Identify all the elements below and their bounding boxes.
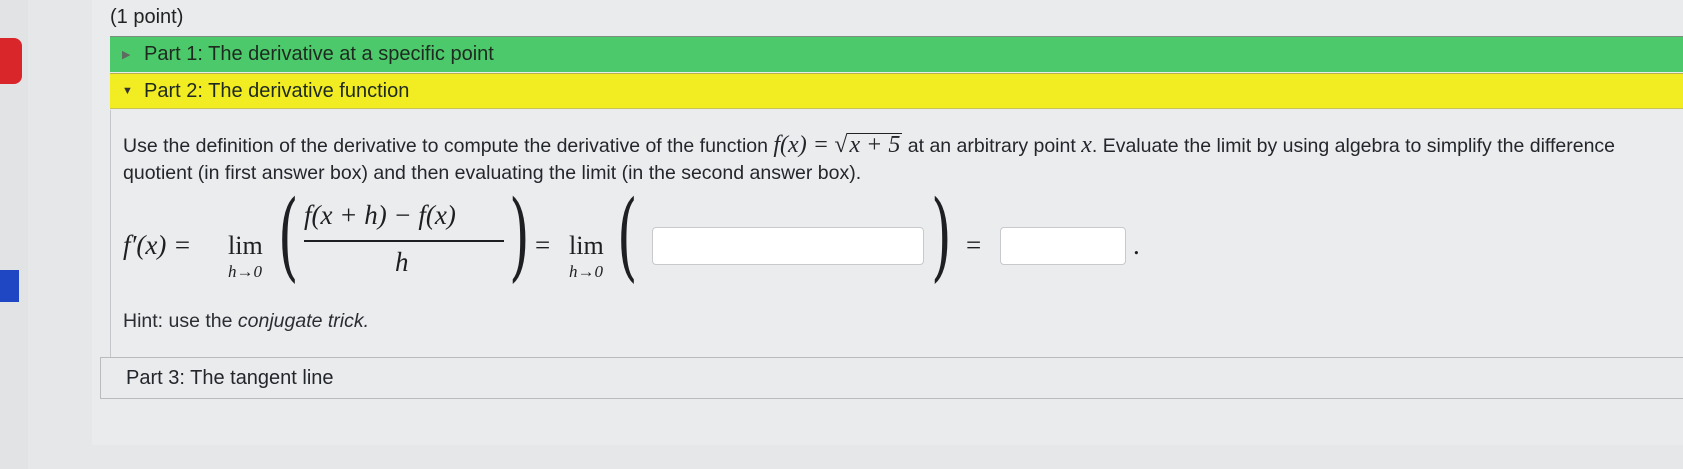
instructions-text: Use the definition of the derivative to … — [123, 132, 1623, 187]
hint-emphasis: conjugate trick. — [237, 310, 370, 332]
function-lhs: f(x) = — [773, 132, 829, 158]
function-radicand: x + 5 — [847, 132, 903, 158]
equation-period: . — [1133, 230, 1140, 260]
part3-label: Part 3: The tangent line — [126, 366, 334, 389]
left-red-marker — [0, 38, 22, 84]
quotient-denominator: h — [395, 247, 409, 277]
derivative-answer-box[interactable] — [1000, 227, 1126, 265]
left-paren-1: ( — [278, 180, 299, 292]
part3-header[interactable]: Part 3: The tangent line — [100, 357, 1683, 399]
equals-sign-2: = — [966, 230, 982, 260]
instruction-mid: at an arbitrary point — [907, 135, 1076, 157]
part1-label: Part 1: The derivative at a specific poi… — [144, 43, 494, 65]
limit-subscript-2: h→0 — [569, 262, 603, 281]
limit-word-1: lim — [228, 231, 263, 260]
part2-header[interactable]: ▼ Part 2: The derivative function — [110, 73, 1683, 109]
fraction-bar — [304, 240, 504, 242]
limit-subscript-1: h→0 — [228, 262, 262, 281]
limit-word-2: lim — [569, 231, 604, 260]
hint-prefix: Hint: use the — [123, 310, 233, 332]
part2-body: Use the definition of the derivative to … — [110, 110, 1683, 380]
equals-sign-1: = — [535, 230, 551, 260]
right-paren-2: ) — [931, 180, 952, 292]
sqrt-symbol: √ — [834, 132, 848, 158]
point-variable: x — [1081, 132, 1092, 158]
expanded-triangle-icon: ▼ — [122, 85, 133, 97]
part1-header[interactable]: ▶ Part 1: The derivative at a specific p… — [110, 36, 1683, 72]
instruction-start: Use the definition of the derivative to … — [123, 135, 768, 157]
right-paren-1: ) — [509, 180, 530, 292]
point-value: (1 point) — [110, 6, 184, 28]
derivative-lhs: f′(x) = — [123, 230, 192, 260]
derivative-equation: f′(x) = lim h→0 ( f(x + h) − f(x) h ) = … — [123, 180, 1323, 300]
hint-text: Hint: use the conjugate trick. — [123, 310, 369, 333]
left-paren-2: ( — [617, 180, 638, 292]
part2-label: Part 2: The derivative function — [144, 79, 410, 102]
collapsed-triangle-icon: ▶ — [122, 49, 131, 61]
left-blue-marker — [0, 270, 19, 302]
quotient-numerator: f(x + h) − f(x) — [304, 200, 456, 230]
difference-quotient-answer-box[interactable] — [652, 227, 924, 265]
